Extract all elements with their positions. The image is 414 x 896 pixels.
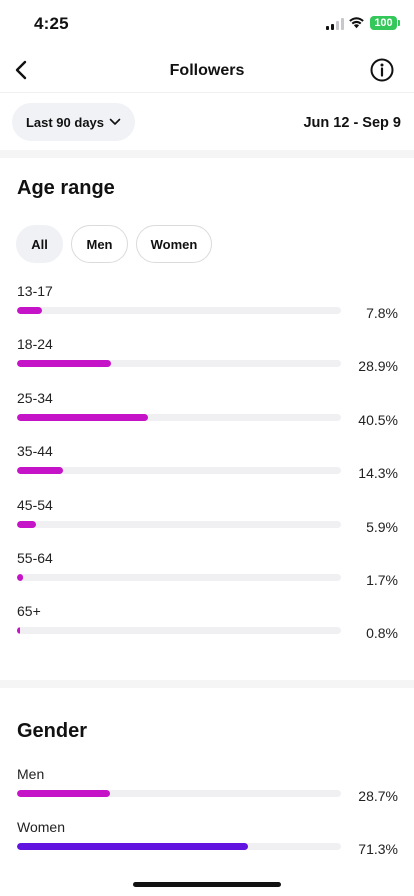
- date-filter-row: Last 90 days Jun 12 - Sep 9: [0, 92, 414, 150]
- tab-all[interactable]: All: [16, 225, 63, 263]
- info-icon: [370, 58, 394, 82]
- age-row-bar-track: [17, 360, 341, 368]
- age-row-label: 65+: [17, 603, 41, 620]
- age-row-percentage: 1.7%: [366, 572, 398, 588]
- tab-men[interactable]: Men: [71, 225, 128, 263]
- age-row-label: 25-34: [17, 389, 53, 406]
- age-row-bar-fill: [17, 574, 23, 581]
- age-row-bar-fill: [17, 467, 64, 475]
- tab-women[interactable]: Women: [136, 225, 212, 263]
- gender-row-percentage: 71.3%: [358, 841, 398, 857]
- age-row-percentage: 14.3%: [358, 465, 398, 482]
- age-row-bar-track: [17, 627, 341, 635]
- age-row-bar-track: [17, 467, 341, 475]
- age-row-percentage: 0.8%: [366, 625, 398, 642]
- age-row-percentage: 40.5%: [358, 411, 398, 428]
- gender-row-bar-track: [17, 790, 341, 797]
- age-row-bar-track: [17, 520, 341, 528]
- wifi-icon: [349, 17, 364, 29]
- age-row-bar-track: [17, 574, 341, 581]
- nav-header: Followers: [0, 50, 414, 92]
- date-range-text: Jun 12 - Sep 9: [303, 115, 401, 131]
- age-row-percentage: 7.8%: [366, 305, 398, 321]
- gender-row-bar-fill: [17, 790, 110, 797]
- gender-title: Gender: [17, 720, 88, 742]
- cellular-signal-icon: [326, 18, 344, 30]
- age-row-bar-track: [17, 413, 341, 421]
- age-row-bar-fill: [17, 307, 43, 314]
- section-divider: [0, 680, 414, 688]
- age-row-label: 45-54: [17, 496, 53, 513]
- age-row-bar-fill: [17, 520, 37, 528]
- home-indicator: [133, 882, 281, 887]
- info-button[interactable]: [368, 56, 396, 84]
- age-row-bar-track: [17, 307, 341, 314]
- age-row-label: 13-17: [17, 283, 53, 299]
- age-row-percentage: 5.9%: [366, 518, 398, 535]
- status-time: 4:25: [34, 14, 69, 33]
- section-divider: [0, 150, 414, 158]
- date-range-dropdown-label: Last 90 days: [25, 114, 105, 130]
- age-row-bar-fill: [17, 413, 149, 421]
- date-range-dropdown[interactable]: Last 90 days: [12, 103, 135, 141]
- page-title: Followers: [169, 62, 245, 79]
- gender-row-bar-fill: [17, 843, 248, 850]
- age-row-bar-fill: [17, 627, 20, 635]
- age-row-bar-fill: [17, 360, 111, 368]
- gender-row-label: Women: [17, 819, 65, 835]
- age-row-percentage: 28.9%: [358, 358, 398, 375]
- chevron-down-icon: [109, 118, 121, 125]
- gender-row-percentage: 28.7%: [358, 788, 398, 804]
- battery-icon: 100: [370, 16, 400, 30]
- status-bar: 4:25 100: [0, 0, 414, 50]
- age-range-title: Age range: [17, 177, 115, 199]
- age-row-label: 18-24: [17, 336, 53, 353]
- gender-row-label: Men: [17, 766, 45, 782]
- age-row-label: 35-44: [17, 443, 53, 460]
- gender-row-bar-track: [17, 843, 341, 850]
- age-row-label: 55-64: [17, 550, 53, 566]
